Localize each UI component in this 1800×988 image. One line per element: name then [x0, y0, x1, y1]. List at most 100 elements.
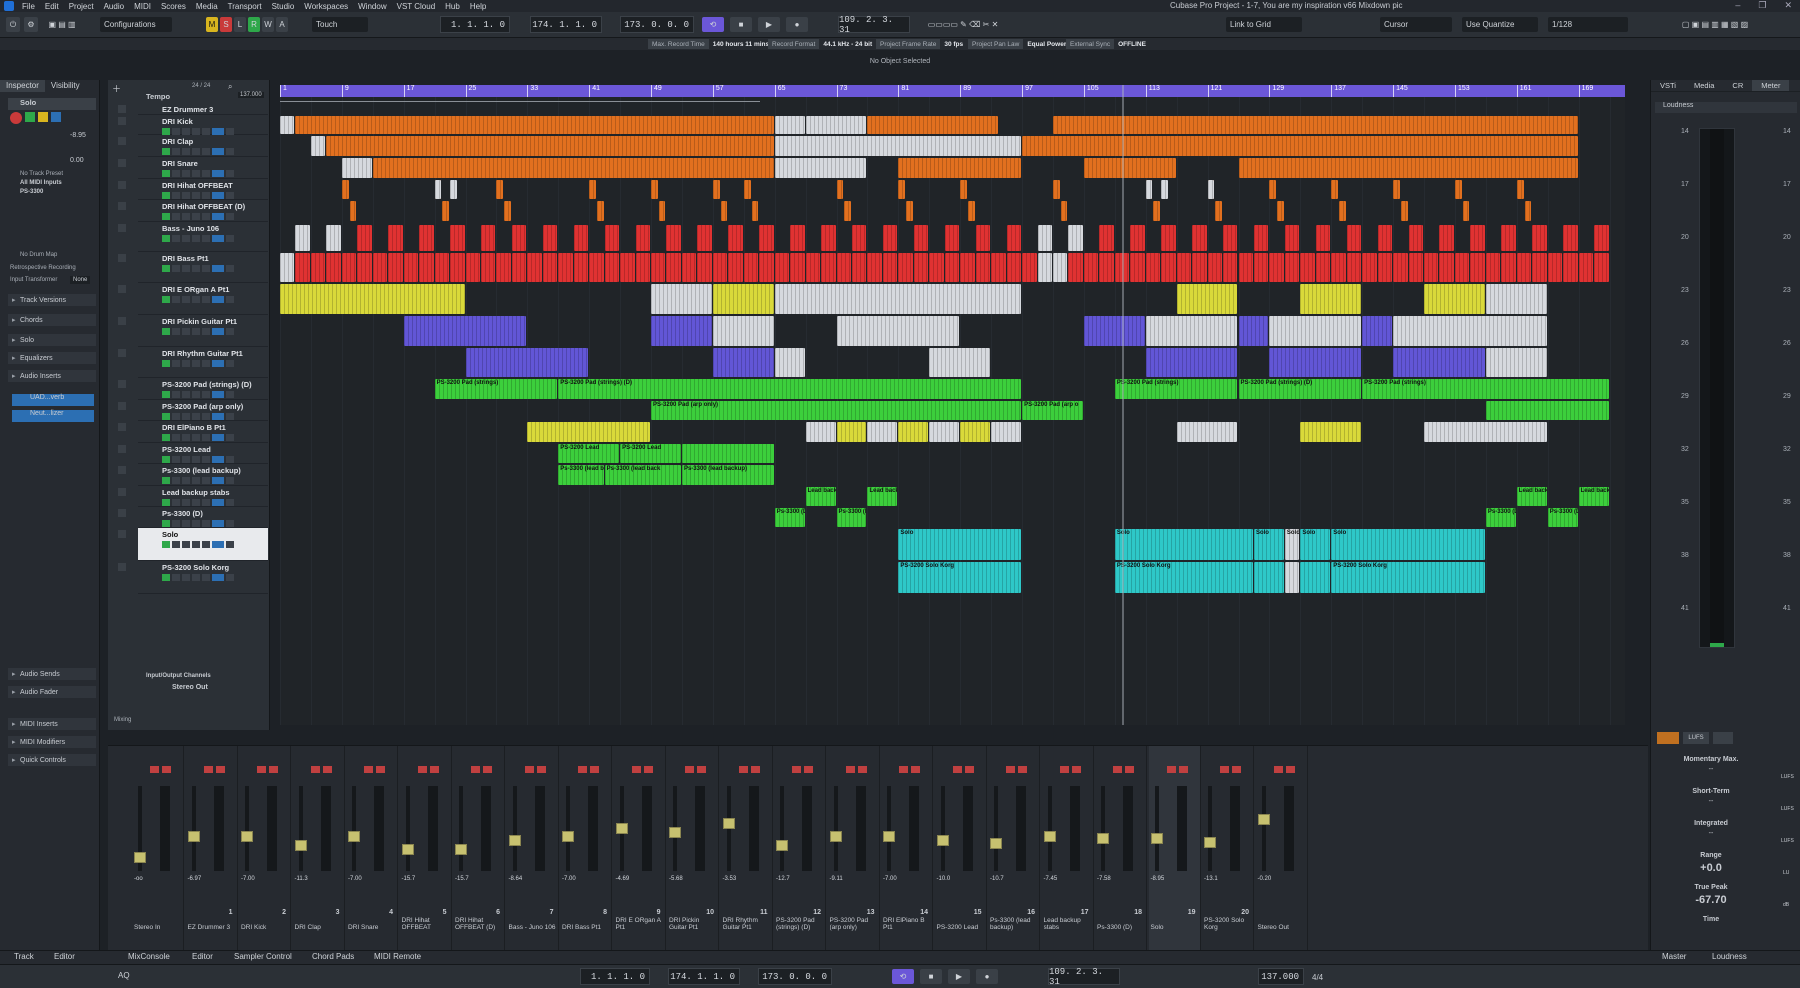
- track-name[interactable]: EZ Drummer 3: [162, 105, 213, 114]
- fader-track[interactable]: [1047, 786, 1052, 871]
- section-quick-controls[interactable]: Quick Controls: [8, 754, 96, 766]
- event-clip[interactable]: [1439, 225, 1454, 251]
- track-name[interactable]: DRI Kick: [162, 117, 193, 126]
- tab-inspector[interactable]: Inspector: [0, 80, 45, 92]
- section-track-versions[interactable]: Track Versions: [8, 294, 96, 306]
- event-clip[interactable]: [929, 348, 991, 377]
- event-clip[interactable]: [844, 201, 851, 221]
- event-clip[interactable]: [511, 253, 527, 282]
- event-clip[interactable]: [712, 180, 720, 199]
- close-icon[interactable]: ✕: [1784, 0, 1792, 11]
- event-clip[interactable]: [666, 225, 681, 251]
- tab-sampler-control[interactable]: Sampler Control: [234, 952, 292, 961]
- track-name[interactable]: DRI E ORgan A Pt1: [162, 285, 229, 294]
- track-name[interactable]: PS-3200 Solo Korg: [162, 563, 229, 572]
- mixer-channel-strip[interactable]: -0.20 Stereo Out: [1256, 746, 1308, 951]
- input-transformer-select[interactable]: None: [70, 276, 91, 284]
- event-clip[interactable]: [836, 253, 851, 282]
- track-header[interactable]: DRI Hihat OFFBEAT (D): [118, 200, 268, 222]
- event-clip[interactable]: Lead backu: [867, 487, 898, 506]
- event-clip[interactable]: [681, 253, 697, 282]
- event-clip[interactable]: [1277, 201, 1284, 221]
- event-clip[interactable]: [419, 253, 434, 282]
- event-clip[interactable]: [836, 422, 867, 442]
- fader-handle[interactable]: [615, 822, 628, 834]
- fader-track[interactable]: [352, 786, 356, 871]
- event-clip[interactable]: [1052, 116, 1578, 134]
- event-clip[interactable]: [1362, 253, 1377, 282]
- mixer-channel-strip[interactable]: -10.7 16 Ps-3300 (lead backup): [988, 746, 1040, 951]
- track-header[interactable]: DRI ElPiano B Pt1: [118, 421, 268, 443]
- tab-midi-remote[interactable]: MIDI Remote: [374, 952, 421, 961]
- event-clip[interactable]: [867, 422, 898, 442]
- mixer-channel-strip[interactable]: -10.0 15 PS-3200 Lead: [935, 746, 987, 951]
- event-clip[interactable]: [1485, 284, 1547, 314]
- settings-icon[interactable]: ⚙: [24, 17, 38, 32]
- channel-volume[interactable]: -7.00: [241, 876, 261, 882]
- tempo-curve[interactable]: [280, 101, 760, 102]
- event-clip[interactable]: [1161, 180, 1168, 199]
- solo-button[interactable]: [162, 766, 171, 773]
- solo-button[interactable]: [269, 766, 278, 773]
- track-expand-icon[interactable]: [118, 117, 126, 125]
- solo-button[interactable]: [1285, 766, 1295, 773]
- search-icon[interactable]: ⌕: [228, 82, 232, 92]
- mixer-channel-strip[interactable]: -3.53 11 DRI Rhythm Guitar Pt1: [721, 746, 773, 951]
- event-clip[interactable]: [929, 422, 960, 442]
- fader-handle[interactable]: [1257, 814, 1270, 825]
- event-clip[interactable]: [1207, 180, 1215, 199]
- mixer-channel-strip[interactable]: -9.11 13 PS-3200 Pad (arp only): [828, 746, 880, 951]
- event-clip[interactable]: [1176, 422, 1238, 442]
- channel-name[interactable]: DRI Rhythm Guitar Pt1: [723, 917, 771, 931]
- event-clip[interactable]: [867, 116, 998, 134]
- event-clip[interactable]: [480, 225, 496, 251]
- solo-button[interactable]: [590, 766, 599, 773]
- section-midi-inserts[interactable]: MIDI Inserts: [8, 718, 96, 730]
- event-clip[interactable]: [1532, 253, 1547, 282]
- event-clip[interactable]: [944, 225, 960, 251]
- tab-mixconsole[interactable]: MixConsole: [128, 952, 170, 961]
- track-name[interactable]: Bass - Juno 106: [162, 224, 219, 233]
- track-preset[interactable]: No Track Preset: [20, 171, 63, 177]
- event-clip[interactable]: [1284, 562, 1300, 593]
- zone-toggle-icons[interactable]: ▣ ▤ ▥: [42, 17, 82, 32]
- event-clip[interactable]: [1176, 253, 1192, 282]
- event-clip[interactable]: PS-3200 Pad (strings): [434, 379, 558, 399]
- track-controls[interactable]: [162, 148, 234, 155]
- event-clip[interactable]: [1192, 225, 1207, 251]
- event-clip[interactable]: [882, 225, 898, 251]
- solo-button[interactable]: [376, 766, 385, 773]
- track-controls[interactable]: [162, 192, 234, 199]
- event-clip[interactable]: [712, 253, 728, 282]
- event-clip[interactable]: [651, 180, 658, 199]
- track-name[interactable]: Lead backup stabs: [162, 488, 230, 497]
- track-controls[interactable]: [162, 391, 234, 398]
- fader-track[interactable]: [405, 786, 410, 871]
- track-expand-icon[interactable]: [118, 254, 126, 262]
- solo-button[interactable]: [857, 766, 867, 773]
- fader-track[interactable]: [1154, 786, 1159, 871]
- track-name[interactable]: Ps-3300 (lead backup): [162, 466, 241, 475]
- event-clip[interactable]: Ps-3300 (D): [774, 508, 805, 527]
- event-clip[interactable]: [712, 284, 774, 314]
- channel-volume[interactable]: -6.97: [188, 876, 208, 882]
- fader-track[interactable]: [780, 786, 784, 871]
- fader-handle[interactable]: [134, 852, 146, 864]
- event-clip[interactable]: Solo: [1114, 529, 1253, 560]
- mute-button[interactable]: [685, 766, 694, 773]
- mixer-channel-strip[interactable]: -6.97 1 EZ Drummer 3: [186, 746, 238, 951]
- event-clip[interactable]: [326, 136, 774, 156]
- auto-quantize-button[interactable]: AQ: [118, 971, 130, 980]
- track-header[interactable]: DRI Clap: [118, 135, 268, 157]
- fader-handle[interactable]: [1204, 836, 1216, 848]
- event-clip[interactable]: [1130, 253, 1145, 282]
- event-clip[interactable]: [991, 422, 1022, 442]
- track-controls[interactable]: [162, 296, 234, 303]
- track-controls[interactable]: [162, 574, 234, 581]
- tab-chord-pads[interactable]: Chord Pads: [312, 952, 354, 961]
- mixer-channel-strip[interactable]: -8.64 7 Bass - Juno 106: [507, 746, 559, 951]
- event-clip[interactable]: [743, 180, 751, 199]
- play-icon[interactable]: ▶: [758, 17, 780, 32]
- tab-cr[interactable]: CR: [1723, 80, 1752, 91]
- fader-handle[interactable]: [562, 831, 574, 842]
